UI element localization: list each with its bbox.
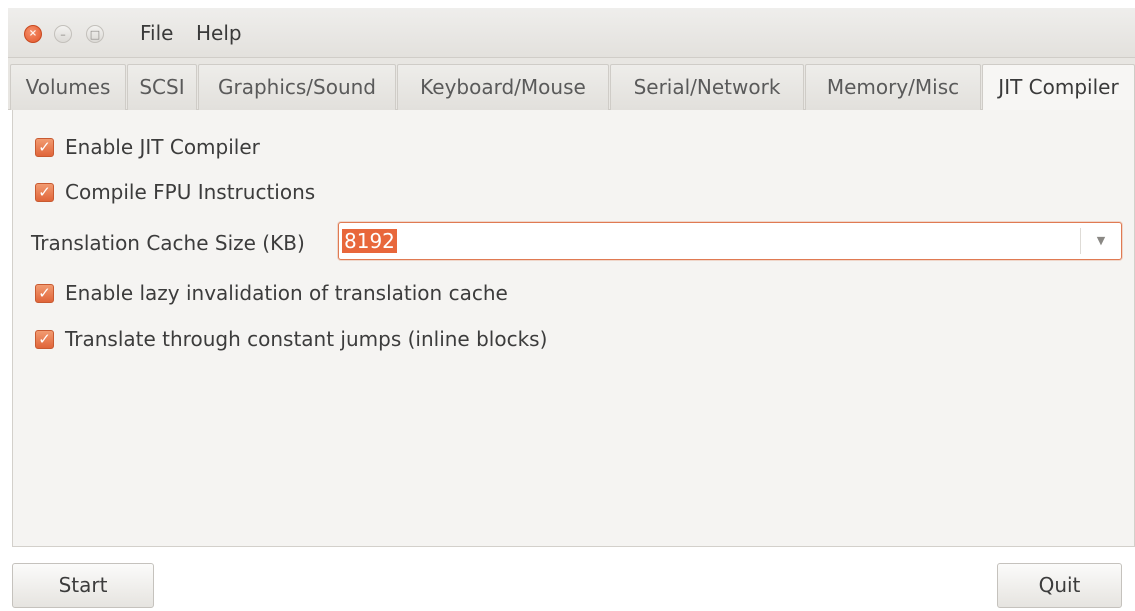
jit-compiler-panel: ✓ Enable JIT Compiler ✓ Compile FPU Inst…	[12, 110, 1135, 547]
minimize-window-icon[interactable]: –	[54, 25, 72, 43]
maximize-window-icon[interactable]: □	[86, 25, 104, 43]
lazy-invalidation-label: Enable lazy invalidation of translation …	[65, 281, 508, 305]
tab-serial-network[interactable]: Serial/Network	[610, 64, 804, 110]
tab-jit-compiler[interactable]: JIT Compiler	[982, 64, 1135, 111]
menu-help[interactable]: Help	[196, 20, 242, 46]
quit-button[interactable]: Quit	[997, 563, 1122, 608]
inline-blocks-checkbox-row[interactable]: ✓ Translate through constant jumps (inli…	[35, 324, 547, 354]
compile-fpu-checkbox[interactable]: ✓	[35, 182, 54, 202]
enable-jit-checkbox-row[interactable]: ✓ Enable JIT Compiler	[35, 132, 260, 162]
cache-size-label: Translation Cache Size (KB)	[31, 231, 305, 255]
compile-fpu-label: Compile FPU Instructions	[65, 180, 316, 204]
start-button[interactable]: Start	[12, 563, 154, 608]
tab-memory-misc[interactable]: Memory/Misc	[805, 64, 981, 110]
cache-size-combobox[interactable]: 8192 ▼	[338, 222, 1122, 260]
close-window-icon[interactable]: ×	[24, 25, 42, 43]
inline-blocks-checkbox[interactable]: ✓	[35, 329, 54, 349]
tab-scsi[interactable]: SCSI	[127, 64, 197, 110]
menu-file[interactable]: File	[140, 20, 173, 46]
menu-bar: × – □ File Help	[8, 8, 1135, 58]
cache-size-input[interactable]: 8192	[342, 229, 397, 253]
tab-bar: Volumes SCSI Graphics/Sound Keyboard/Mou…	[8, 58, 1135, 111]
compile-fpu-checkbox-row[interactable]: ✓ Compile FPU Instructions	[35, 177, 315, 207]
enable-jit-label: Enable JIT Compiler	[65, 135, 260, 159]
enable-jit-checkbox[interactable]: ✓	[35, 137, 54, 157]
tab-keyboard-mouse[interactable]: Keyboard/Mouse	[397, 64, 609, 110]
tab-graphics-sound[interactable]: Graphics/Sound	[198, 64, 396, 110]
lazy-invalidation-checkbox[interactable]: ✓	[35, 283, 54, 303]
chevron-down-icon[interactable]: ▼	[1081, 223, 1121, 259]
tab-volumes[interactable]: Volumes	[10, 64, 126, 110]
lazy-invalidation-checkbox-row[interactable]: ✓ Enable lazy invalidation of translatio…	[35, 278, 508, 308]
inline-blocks-label: Translate through constant jumps (inline…	[65, 327, 548, 351]
